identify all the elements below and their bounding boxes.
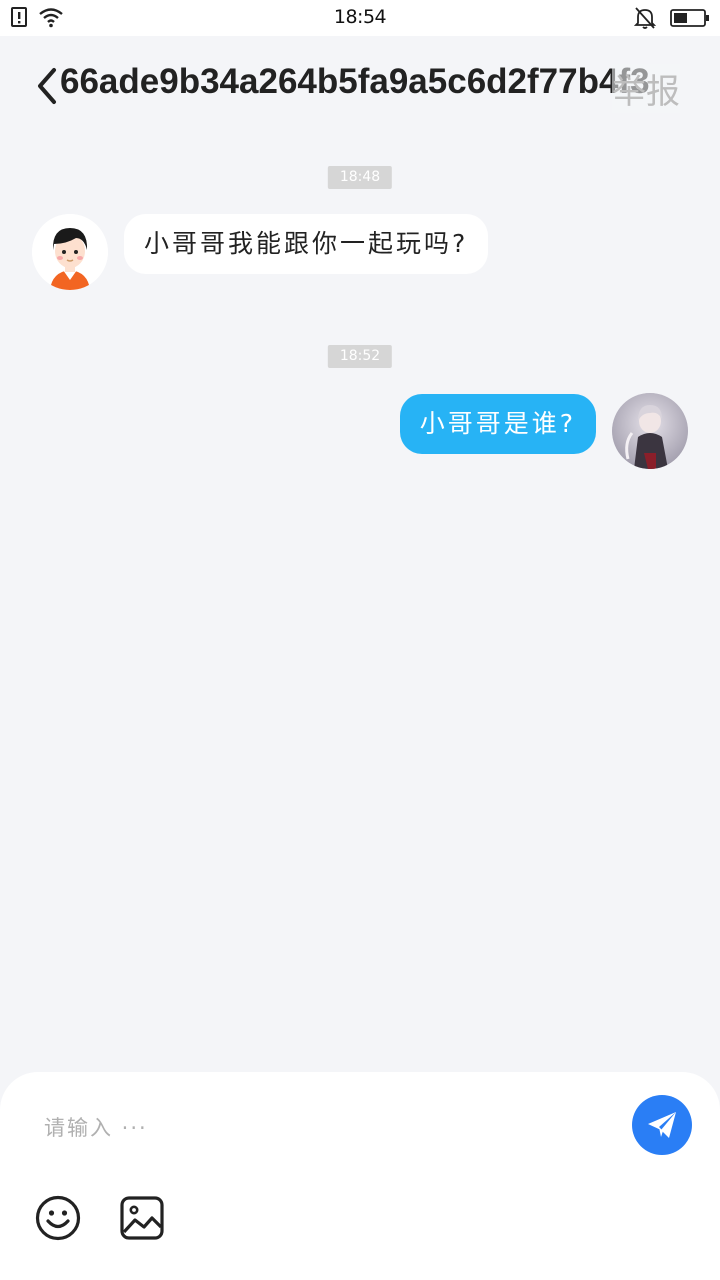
- send-button[interactable]: [632, 1095, 692, 1155]
- status-right-icons: [634, 6, 710, 30]
- smiley-icon: [35, 1195, 81, 1241]
- back-chevron-icon: [38, 68, 56, 104]
- back-button[interactable]: [34, 66, 60, 106]
- paper-plane-icon: [648, 1112, 676, 1138]
- report-button[interactable]: 举报: [612, 64, 680, 113]
- image-button[interactable]: [118, 1194, 166, 1242]
- bell-muted-icon: [634, 7, 656, 29]
- message-timestamp: 18:52: [327, 345, 393, 368]
- chat-title: 66ade9b34a264b5fa9a5c6d2f77b4f3: [60, 62, 650, 101]
- own-avatar[interactable]: [612, 393, 688, 469]
- status-clock: 18:54: [333, 6, 387, 28]
- received-message-bubble[interactable]: 小哥哥我能跟你一起玩吗?: [124, 214, 489, 274]
- battery-icon: [670, 9, 709, 27]
- anime-character-avatar-icon: [612, 393, 688, 469]
- message-timestamp: 18:48: [327, 166, 393, 189]
- input-panel: [0, 1072, 720, 1280]
- chat-header: 66ade9b34a264b5fa9a5c6d2f77b4f3 举报: [0, 36, 720, 136]
- cartoon-boy-avatar-icon: [32, 214, 108, 290]
- message-input[interactable]: [44, 1108, 604, 1148]
- status-bar: 18:54: [0, 0, 720, 36]
- sent-message-bubble[interactable]: 小哥哥是谁?: [399, 394, 596, 454]
- emoji-button[interactable]: [34, 1194, 82, 1242]
- image-icon: [120, 1196, 164, 1240]
- sender-avatar[interactable]: [32, 214, 108, 290]
